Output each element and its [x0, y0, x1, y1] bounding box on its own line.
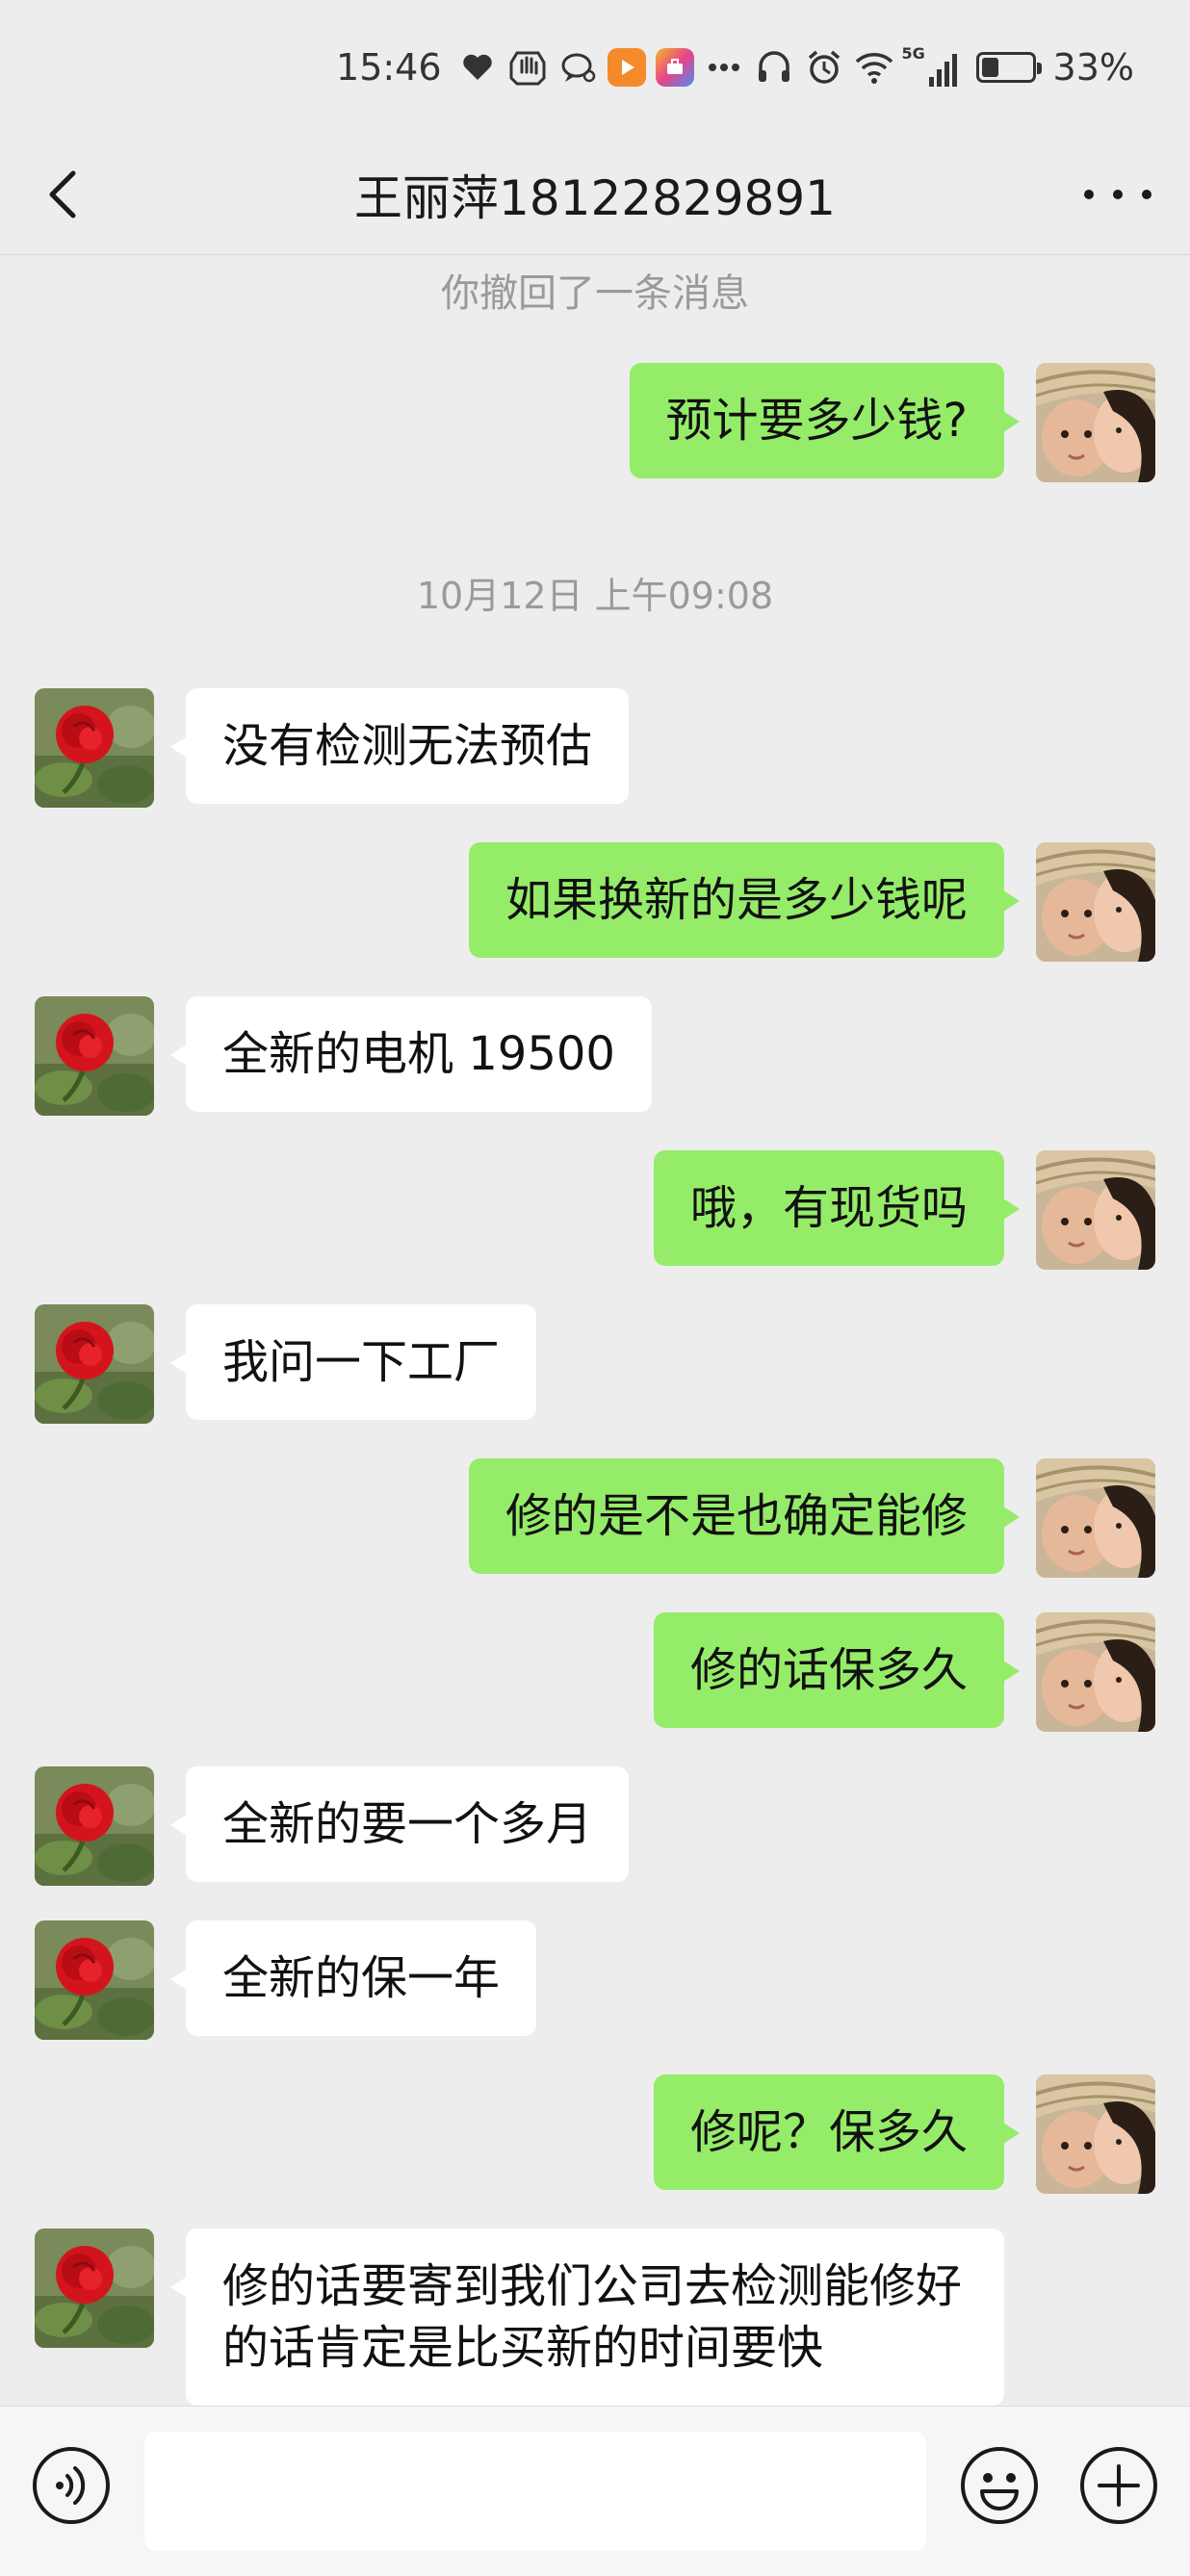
contact-avatar[interactable] — [35, 1304, 154, 1424]
message-bubble-outgoing[interactable]: 修的话保多久 — [653, 1612, 1021, 1728]
headphones-icon — [754, 47, 794, 88]
contact-avatar[interactable] — [35, 2228, 154, 2348]
wifi-icon — [854, 47, 894, 88]
message-bubble-incoming[interactable]: 全新的要一个多月 — [169, 1766, 630, 1882]
back-button[interactable] — [33, 164, 94, 225]
battery-icon — [975, 52, 1042, 83]
contact-avatar[interactable] — [35, 1920, 154, 2040]
battery-fill — [981, 58, 998, 77]
chat-title: 王丽萍18122829891 — [354, 170, 836, 226]
my-avatar[interactable] — [1036, 1150, 1155, 1270]
video-app-icon — [607, 48, 646, 87]
my-avatar[interactable] — [1036, 2074, 1155, 2194]
message-bubble-incoming[interactable]: 修的话要寄到我们公司去检测能修好的话肯定是比买新的时间要快 — [170, 2228, 1004, 2406]
message-input[interactable] — [144, 2432, 926, 2551]
chat-header: 王丽萍18122829891 — [0, 135, 1190, 255]
my-avatar[interactable] — [1036, 1612, 1155, 1732]
hand-icon — [507, 47, 548, 88]
message-bubble-outgoing[interactable]: 修呢？保多久 — [653, 2074, 1021, 2190]
my-avatar[interactable] — [1036, 842, 1155, 962]
voice-button[interactable] — [31, 2445, 112, 2526]
more-icon — [1084, 190, 1094, 199]
plus-button[interactable] — [1078, 2445, 1159, 2526]
my-avatar[interactable] — [1036, 363, 1155, 482]
chat-bubble-icon — [557, 47, 598, 88]
toolbox-app-icon — [655, 48, 694, 87]
message-bubble-outgoing[interactable]: 预计要多少钱? — [629, 363, 1021, 478]
message-bubble-incoming[interactable]: 全新的保一年 — [169, 1920, 537, 2036]
more-dots-icon — [704, 47, 744, 88]
message-bubble-outgoing[interactable]: 修的是不是也确定能修 — [468, 1458, 1021, 1574]
plus-icon — [1080, 2447, 1157, 2524]
message-bubble-incoming[interactable]: 没有检测无法预估 — [169, 688, 630, 804]
emoji-icon — [961, 2447, 1038, 2524]
more-button[interactable] — [1084, 173, 1151, 216]
alarm-icon — [804, 47, 844, 88]
chevron-left-icon — [49, 170, 76, 219]
contact-avatar[interactable] — [35, 688, 154, 808]
contact-avatar[interactable] — [35, 996, 154, 1116]
input-bar — [0, 2406, 1190, 2576]
status-bar: 15:46 5G 33% — [0, 0, 1190, 135]
contact-avatar[interactable] — [35, 1766, 154, 1886]
heart-icon — [457, 47, 498, 88]
network-type: 5G — [901, 44, 925, 63]
signal-icon: 5G — [902, 44, 957, 87]
message-timestamp: 10月12日 上午09:08 — [416, 575, 774, 617]
message-bubble-outgoing[interactable]: 哦，有现货吗 — [653, 1150, 1021, 1266]
status-icons: 15:46 5G 33% — [336, 39, 1134, 96]
my-avatar[interactable] — [1036, 1458, 1155, 1578]
voice-icon — [33, 2447, 110, 2524]
message-bubble-outgoing[interactable]: 如果换新的是多少钱呢 — [468, 842, 1021, 958]
emoji-button[interactable] — [959, 2445, 1040, 2526]
status-time: 15:46 — [336, 46, 442, 89]
message-bubble-incoming[interactable]: 全新的电机 19500 — [170, 996, 652, 1112]
battery-percent: 33% — [1052, 46, 1134, 89]
recalled-message-notice: 你撤回了一条消息 — [441, 271, 749, 316]
message-bubble-incoming[interactable]: 我问一下工厂 — [169, 1304, 537, 1420]
